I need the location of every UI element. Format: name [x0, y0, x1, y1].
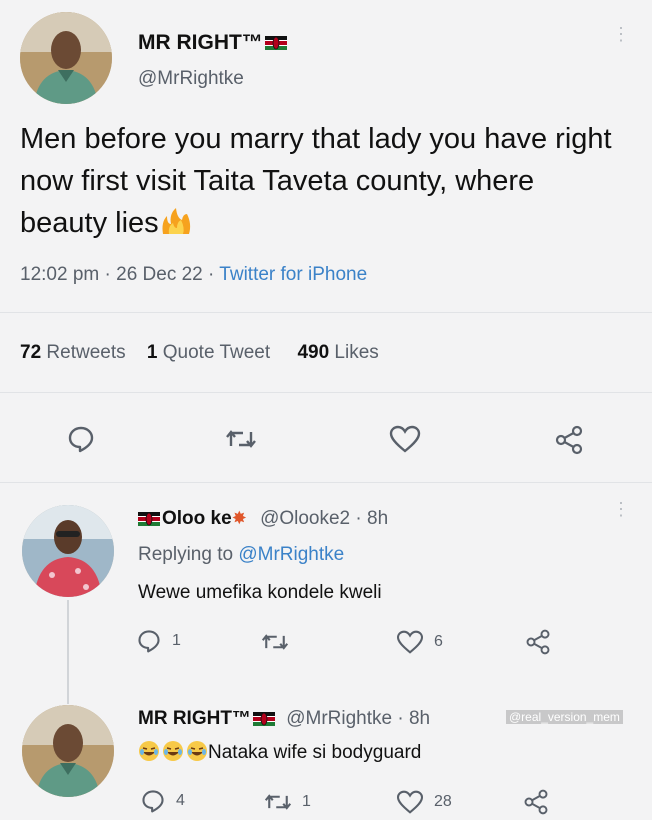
retweet-icon [261, 634, 289, 650]
watermark: @real_version_mem [506, 710, 623, 724]
divider [0, 312, 652, 313]
reply2-age: 8h [408, 708, 431, 729]
main-author-name[interactable]: MR RIGHT™ [138, 31, 287, 55]
retweets-stat[interactable]: 72 Retweets [20, 342, 126, 363]
reply2-like-count: 28 [434, 793, 452, 810]
replying-to-link[interactable]: @MrRightke [238, 544, 344, 565]
reply2-author-avatar[interactable] [22, 705, 114, 797]
share-icon [524, 789, 548, 815]
heart-icon [396, 790, 424, 814]
reply2-reply-count: 4 [176, 792, 185, 809]
share-icon [555, 425, 583, 455]
reply1-like-count: 6 [434, 633, 443, 650]
reply1-retweet-button[interactable] [261, 630, 289, 654]
kenya-flag-icon [252, 711, 275, 726]
reply2-retweet-count: 1 [302, 793, 311, 810]
reply2-header: MR RIGHT™ @MrRightke · 8h [138, 708, 431, 729]
reply1-text: Wewe umefika kondele kweli [138, 582, 382, 603]
reply2-text: Nataka wife si bodyguard [138, 740, 421, 768]
kenya-flag-icon [264, 36, 287, 51]
reply1-author-avatar[interactable] [22, 505, 114, 597]
reply2-share-button[interactable] [522, 788, 550, 816]
main-author-handle[interactable]: @MrRightke [138, 68, 244, 90]
quotes-stat[interactable]: 1 Quote Tweet [147, 342, 270, 363]
likes-stat[interactable]: 490 Likes [297, 342, 378, 363]
reply1-author-name[interactable]: Oloo ke [162, 508, 232, 529]
reply2-author-name[interactable]: MR RIGHT™ [138, 708, 251, 729]
reply1-age: 8h [367, 508, 389, 529]
heart-icon [396, 630, 424, 654]
main-tweet-meta: 12:02 pm · 26 Dec 22 · Twitter for iPhon… [20, 264, 368, 285]
retweet-button[interactable] [225, 426, 257, 452]
main-author-avatar[interactable] [20, 12, 112, 104]
reply1-author-handle[interactable]: @Olooke2 [260, 508, 350, 529]
main-more-icon[interactable]: ⋮ [612, 25, 630, 43]
retweet-icon [226, 430, 256, 448]
reply1-reply-button[interactable]: 1 [136, 628, 181, 654]
share-button[interactable] [553, 424, 585, 456]
retweet-icon [264, 794, 292, 810]
reply1-like-button[interactable]: 6 [396, 630, 443, 654]
reply-icon [138, 630, 160, 653]
laughing-emoji-icon [138, 740, 208, 768]
kenya-flag-icon [138, 511, 160, 526]
share-icon [526, 629, 550, 655]
reply1-replying-to: Replying to @MrRightke [138, 544, 345, 565]
reply1-more-icon[interactable]: ⋮ [612, 500, 630, 518]
reply2-like-button[interactable]: 28 [396, 790, 452, 814]
reply2-reply-button[interactable]: 4 [140, 788, 185, 814]
reply2-retweet-button[interactable]: 1 [264, 790, 311, 814]
like-button[interactable] [389, 425, 421, 453]
reply1-header: Oloo ke✸ @Olooke2 · 8h [138, 508, 388, 530]
sparkle-emoji-icon: ✸ [231, 508, 247, 528]
thread-connector-line [67, 600, 69, 704]
reply-icon [68, 426, 94, 453]
divider [0, 392, 652, 393]
divider [0, 482, 652, 483]
reply2-author-handle[interactable]: @MrRightke [286, 708, 392, 729]
reply1-reply-count: 1 [172, 632, 181, 649]
fire-emoji-icon [159, 206, 193, 236]
tweet-source-link[interactable]: Twitter for iPhone [219, 264, 367, 285]
reply1-share-button[interactable] [524, 628, 552, 656]
tweet-stats: 72 Retweets 1 Quote Tweet 490 Likes [20, 342, 379, 364]
reply-icon [142, 790, 164, 813]
heart-icon [389, 425, 421, 453]
reply-button[interactable] [66, 424, 96, 454]
main-tweet-text: Men before you marry that lady you have … [20, 123, 612, 239]
